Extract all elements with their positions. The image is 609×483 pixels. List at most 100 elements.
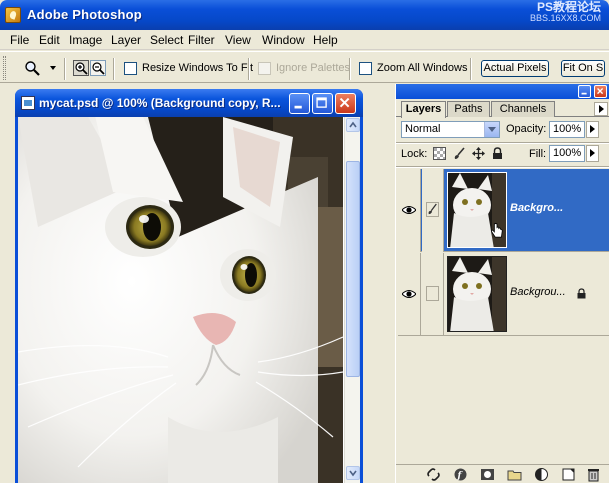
image-canvas[interactable] xyxy=(18,117,343,483)
new-adjustment-layer-icon[interactable] xyxy=(534,467,549,482)
zoom-out-button[interactable] xyxy=(90,60,106,76)
actual-pixels-button[interactable]: Actual Pixels xyxy=(481,60,549,77)
zoom-all-windows-label: Zoom All Windows xyxy=(377,62,468,74)
cat-thumbnail-image xyxy=(448,257,506,331)
separator xyxy=(470,58,472,80)
scroll-thumb[interactable] xyxy=(346,161,360,377)
app-title-bar[interactable]: Adobe Photoshop PS教程论坛 BBS.16XX8.COM xyxy=(0,0,609,30)
dropdown-arrow-icon[interactable] xyxy=(484,122,499,137)
lock-icon xyxy=(577,288,586,299)
lock-position-move-icon[interactable] xyxy=(472,147,485,160)
zoom-all-windows-checkbox[interactable]: Zoom All Windows xyxy=(359,61,467,75)
visibility-cell[interactable] xyxy=(398,253,421,336)
lock-all-icon[interactable] xyxy=(491,147,504,160)
document-window: mycat.psd @ 100% (Background copy, R... xyxy=(15,89,363,483)
close-button[interactable] xyxy=(335,93,356,114)
menu-view[interactable]: View xyxy=(225,33,251,47)
tab-layers[interactable]: Layers xyxy=(401,101,446,118)
opacity-input[interactable]: 100% xyxy=(549,121,585,138)
document-client-area xyxy=(18,117,360,483)
options-bar: Resize Windows To Fit Ignore Palettes Zo… xyxy=(0,51,609,83)
layers-list: Backgro... Backgrou... xyxy=(398,169,609,465)
layer-name[interactable]: Backgrou... xyxy=(510,286,584,298)
palette-menu-button[interactable] xyxy=(594,102,608,116)
checkbox-box[interactable] xyxy=(359,61,372,75)
menu-window[interactable]: Window xyxy=(262,33,305,47)
chevron-down-icon xyxy=(349,470,357,477)
close-icon xyxy=(597,88,604,95)
palette-footer: f xyxy=(396,464,609,483)
layer-row[interactable]: Backgro... xyxy=(398,169,609,252)
watermark-line2: BBS.16XX8.COM xyxy=(529,13,601,23)
tab-channels[interactable]: Channels xyxy=(491,101,555,117)
opacity-slider-button[interactable] xyxy=(586,121,599,138)
palette-title-bar[interactable] xyxy=(396,84,609,99)
delete-layer-trash-icon[interactable] xyxy=(586,467,601,482)
add-layer-style-icon[interactable]: f xyxy=(453,467,468,482)
minimize-icon xyxy=(581,92,587,95)
minimize-button[interactable] xyxy=(289,93,310,114)
scroll-up-button[interactable] xyxy=(346,118,360,132)
lock-transparency-icon[interactable] xyxy=(433,147,446,160)
layer-thumbnail xyxy=(447,172,507,248)
new-group-folder-icon[interactable] xyxy=(507,467,522,482)
photoshop-logo-icon xyxy=(5,7,21,23)
brush-indicator xyxy=(426,202,439,217)
scroll-down-button[interactable] xyxy=(346,466,360,480)
zoom-out-icon xyxy=(92,62,105,75)
ignore-palettes-checkbox: Ignore Palettes xyxy=(258,61,350,75)
link-layers-icon[interactable] xyxy=(426,467,441,482)
palette-minimize-button[interactable] xyxy=(578,85,591,98)
fill-slider-button[interactable] xyxy=(586,145,599,162)
menu-filter[interactable]: Filter xyxy=(188,33,215,47)
blend-mode-select[interactable]: Normal xyxy=(401,121,500,138)
watermark: PS教程论坛 BBS.16XX8.COM xyxy=(529,0,601,24)
minimize-icon xyxy=(294,105,302,109)
add-layer-mask-icon[interactable] xyxy=(480,467,495,482)
vertical-scrollbar[interactable] xyxy=(344,117,360,483)
menu-edit[interactable]: Edit xyxy=(39,33,60,47)
eye-icon[interactable] xyxy=(402,289,416,299)
document-title-bar[interactable]: mycat.psd @ 100% (Background copy, R... xyxy=(15,89,363,117)
watermark-line1: PS教程论坛 xyxy=(536,0,601,14)
maximize-icon xyxy=(316,97,327,108)
checkbox-box[interactable] xyxy=(124,61,137,75)
tool-preset-dropdown-icon[interactable] xyxy=(50,66,56,70)
psd-document-icon xyxy=(21,96,35,110)
layer-name[interactable]: Backgro... xyxy=(510,202,584,214)
palette-close-button[interactable] xyxy=(594,85,607,98)
fit-on-screen-button[interactable]: Fit On S xyxy=(561,60,605,77)
close-icon xyxy=(339,97,350,108)
separator xyxy=(113,58,115,80)
menu-help[interactable]: Help xyxy=(313,33,338,47)
zoom-tool-icon[interactable] xyxy=(24,60,40,76)
resize-windows-label: Resize Windows To Fit xyxy=(142,62,254,74)
menu-layer[interactable]: Layer xyxy=(111,33,141,47)
lock-label: Lock: xyxy=(401,148,428,160)
menu-image[interactable]: Image xyxy=(69,33,102,47)
tab-paths[interactable]: Paths xyxy=(447,101,490,117)
divider xyxy=(396,142,609,144)
link-cell[interactable] xyxy=(422,253,444,336)
maximize-button[interactable] xyxy=(312,93,333,114)
separator xyxy=(64,58,66,80)
cat-photo xyxy=(18,117,343,483)
link-indicator xyxy=(426,286,439,301)
menu-file[interactable]: File xyxy=(10,33,29,47)
layer-thumbnail xyxy=(447,256,507,332)
palette-tabs: Layers Paths Channels xyxy=(396,100,609,118)
resize-windows-checkbox[interactable]: Resize Windows To Fit xyxy=(124,61,253,75)
options-bar-grip[interactable] xyxy=(3,56,6,80)
link-cell[interactable] xyxy=(422,169,444,252)
eye-icon[interactable] xyxy=(402,205,416,215)
divider xyxy=(396,166,609,168)
visibility-cell[interactable] xyxy=(398,169,421,252)
new-layer-icon[interactable] xyxy=(561,467,576,482)
layer-row[interactable]: Backgrou... xyxy=(398,253,609,336)
fill-input[interactable]: 100% xyxy=(549,145,585,162)
blend-mode-value: Normal xyxy=(405,123,441,135)
layers-palette: Layers Paths Channels Normal Opacity: 10… xyxy=(395,84,609,483)
menu-select[interactable]: Select xyxy=(150,33,183,47)
zoom-in-button[interactable] xyxy=(73,60,89,76)
lock-pixels-brush-icon[interactable] xyxy=(453,147,466,160)
